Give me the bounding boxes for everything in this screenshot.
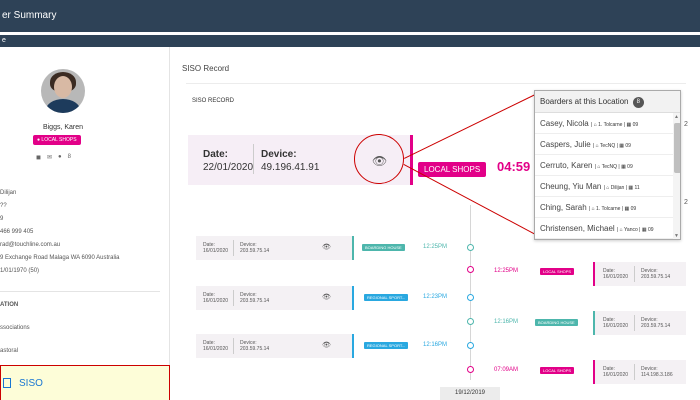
list-item[interactable]: Caspers, Julie | ⌂ TecNQ | ▦ 09: [535, 134, 673, 155]
entry-time: 04:59: [497, 159, 531, 174]
siso-entry: Date: 16/01/2020 Device: 114.198.3.186: [593, 360, 686, 384]
profile-name: Biggs, Karen: [42, 124, 84, 131]
location-chip[interactable]: LOCAL SHOPS: [418, 162, 487, 177]
eye-icon[interactable]: 👁: [322, 243, 331, 251]
list-item[interactable]: Casey, Nicola | ⌂ 1. Tolcarne | ▦ 09: [535, 113, 673, 134]
timeline-dot: [467, 366, 474, 373]
siso-entry: Date: 16/01/2020 Device: 203.59.75.14: [593, 262, 686, 286]
location-badge: ● LOCAL SHOPS: [33, 135, 81, 145]
chevron-down-icon[interactable]: ▼: [674, 233, 679, 239]
popup-title: Boarders at this Location 8: [535, 91, 680, 113]
nav-item-siso[interactable]: SISO: [0, 365, 170, 400]
info-line: 466 999 405: [0, 229, 34, 235]
nav-item-associations[interactable]: ssociations: [0, 325, 30, 331]
list-item[interactable]: Cheung, Yiu Man | ⌂ Dilijan | ▦ 11: [535, 176, 673, 197]
profile-icons: ◼ ✉ ● 8: [36, 154, 71, 161]
user-icon[interactable]: ●: [58, 154, 62, 161]
list-item[interactable]: Cerruto, Karen | ⌂ TecNQ | ▦ 09: [535, 155, 673, 176]
list-item[interactable]: Christensen, Michael | ⌂ Yanco | ▦ 09: [535, 218, 673, 239]
sub-header: e: [0, 35, 700, 47]
header-title: er Summary: [2, 10, 57, 21]
info-line: 1/01/1970 (50): [0, 268, 40, 274]
timeline-line: [470, 205, 471, 380]
sub-header-text: e: [2, 37, 6, 44]
entry-time: 12:25PM: [423, 244, 448, 250]
location-chip[interactable]: LOCAL SHOPS: [540, 268, 575, 275]
timeline-date: 19/12/2019: [440, 387, 500, 400]
divider: [0, 291, 160, 292]
info-line: 9: [0, 216, 4, 222]
entry-device: Device: 49.196.41.91: [261, 149, 320, 173]
profile-info: Dilijan ?? 9 466 999 405 rad@touchline.c…: [0, 187, 168, 278]
location-chip[interactable]: BOARDING HOUSE: [362, 244, 405, 251]
nav-item-pastoral[interactable]: astoral: [0, 348, 18, 354]
timeline-dot: [467, 244, 474, 251]
siso-entry: Date: 16/01/2020 Device: 203.59.75.14 👁: [196, 286, 354, 310]
list-item[interactable]: Ching, Sarah | ⌂ 1. Tolcarne | ▦ 09: [535, 197, 673, 218]
scrollbar-thumb[interactable]: [674, 123, 680, 173]
entry-time: 07:09AM: [494, 367, 519, 373]
edge-digit: 2: [684, 199, 688, 206]
info-line: Dilijan: [0, 190, 17, 196]
mail-icon[interactable]: ✉: [47, 154, 52, 161]
boarders-popup: Boarders at this Location 8 Casey, Nicol…: [534, 90, 681, 240]
location-chip[interactable]: REGIONAL SPORT...: [364, 342, 409, 349]
eye-icon[interactable]: 👁: [322, 341, 331, 349]
annotation-circle: [354, 134, 404, 184]
entry-time: 12:16PM: [423, 342, 448, 348]
info-line: 9 Exchange Road Malaga WA 6090 Australia: [0, 255, 120, 261]
nav-item-siso-label: SISO: [19, 378, 43, 389]
info-line: ??: [0, 203, 7, 209]
edge-digit: 2: [684, 121, 688, 128]
siso-entry: Date: 16/01/2020 Device: 203.59.75.14 👁: [196, 236, 354, 260]
entry-time: 12:16PM: [494, 319, 519, 325]
siso-icon: [3, 378, 11, 388]
entry-date: Date: 22/01/2020: [203, 149, 254, 173]
eye-icon[interactable]: 👁: [322, 293, 331, 301]
avatar: [41, 69, 85, 113]
boarder-list: Casey, Nicola | ⌂ 1. Tolcarne | ▦ 09 Cas…: [535, 113, 673, 239]
card-title: SISO RECORD: [192, 98, 235, 104]
lock-icon[interactable]: ◼: [36, 154, 41, 161]
count-badge: 8: [632, 97, 644, 108]
section-heading: ATION: [0, 302, 19, 308]
siso-entry: Date: 16/01/2020 Device: 203.59.75.14: [593, 311, 686, 335]
entry-time: 12:25PM: [494, 268, 519, 274]
location-chip[interactable]: REGIONAL SPORT...: [364, 294, 409, 301]
timeline-dot: [467, 318, 474, 325]
annotation-line: [404, 91, 541, 159]
siso-entry: Date: 16/01/2020 Device: 203.59.75.14 👁: [196, 334, 354, 358]
timeline-dot: [467, 294, 474, 301]
info-line: rad@touchline.com.au: [0, 242, 61, 248]
entry-time: 12:23PM: [423, 294, 448, 300]
popup-scrollbar[interactable]: ▲ ▼: [673, 113, 680, 239]
location-chip[interactable]: LOCAL SHOPS: [540, 367, 575, 374]
location-chip[interactable]: BOARDING HOUSE: [535, 319, 578, 326]
timeline-dot: [467, 342, 474, 349]
divider: [186, 83, 686, 84]
timeline-dot: [467, 266, 474, 273]
profile-panel: Biggs, Karen ● LOCAL SHOPS ◼ ✉ ● 8 Dilij…: [0, 47, 170, 400]
icon-count: 8: [67, 154, 71, 160]
chevron-up-icon[interactable]: ▲: [674, 114, 679, 120]
app-header: er Summary: [0, 0, 700, 32]
page-title: SISO Record: [182, 64, 230, 73]
divider: [253, 144, 254, 174]
